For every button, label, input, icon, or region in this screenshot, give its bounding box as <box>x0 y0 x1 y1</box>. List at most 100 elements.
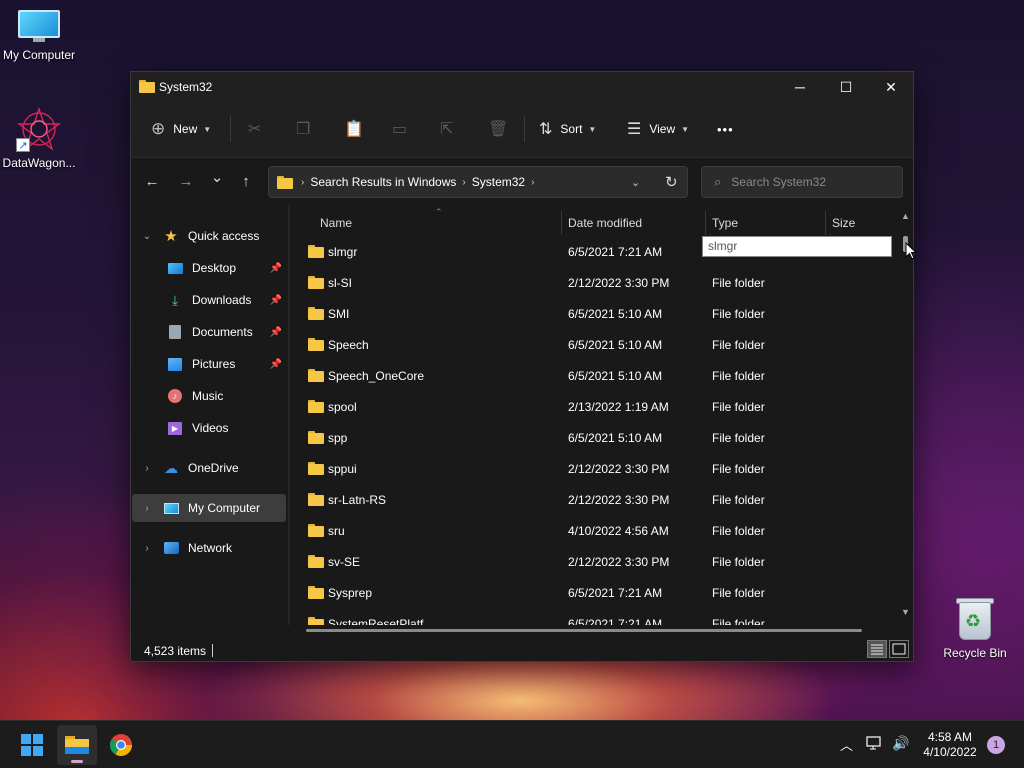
file-row[interactable]: sl-SI 2/12/2022 3:30 PM File folder <box>290 267 890 298</box>
sidebar-item-pictures[interactable]: Pictures 📌 <box>132 350 286 378</box>
file-row[interactable]: sru 4/10/2022 4:56 AM File folder <box>290 515 890 546</box>
file-row[interactable]: sv-SE 2/12/2022 3:30 PM File folder <box>290 546 890 577</box>
clock[interactable]: 4:58 AM 4/10/2022 <box>918 730 982 760</box>
sidebar-item-downloads[interactable]: ⤓ Downloads 📌 <box>132 286 286 314</box>
title-bar[interactable]: System32 ─ ☐ ✕ <box>131 72 913 102</box>
close-button[interactable]: ✕ <box>868 72 914 102</box>
taskbar-file-explorer[interactable] <box>57 725 97 765</box>
new-button[interactable]: ⊕ New ▼ <box>151 112 211 146</box>
pin-icon[interactable]: 📌 <box>270 359 282 370</box>
pin-icon[interactable]: 📌 <box>270 295 282 306</box>
column-divider[interactable] <box>705 211 706 235</box>
scroll-up-arrow-icon[interactable]: ▲ <box>901 211 910 221</box>
file-date-modified: 6/5/2021 5:10 AM <box>568 431 663 445</box>
view-icon: ☰ <box>627 121 642 138</box>
sort-button[interactable]: ⇅ Sort ▼ <box>539 112 596 146</box>
file-row[interactable]: SystemResetPlatf... 6/5/2021 7:21 AM File … <box>290 608 890 625</box>
cut-button[interactable]: ✂ <box>248 112 261 146</box>
file-row[interactable]: sppui 2/12/2022 3:30 PM File folder <box>290 453 890 484</box>
horizontal-scrollbar[interactable] <box>306 629 862 632</box>
forward-button[interactable]: → <box>175 172 197 192</box>
rename-button[interactable]: ▭ <box>392 112 407 146</box>
sidebar-item-documents[interactable]: Documents 📌 <box>132 318 286 346</box>
file-row[interactable]: sr-Latn-RS 2/12/2022 3:30 PM File folder <box>290 484 890 515</box>
taskbar-chrome[interactable] <box>101 725 141 765</box>
chevron-right-icon[interactable]: › <box>140 543 154 554</box>
file-row[interactable]: Speech_OneCore 6/5/2021 5:10 AM File folde… <box>290 360 890 391</box>
file-date-modified: 4/10/2022 4:56 AM <box>568 524 669 538</box>
file-date-modified: 2/12/2022 3:30 PM <box>568 462 670 476</box>
start-button[interactable] <box>12 725 52 765</box>
file-row[interactable]: spp 6/5/2021 5:10 AM File folder <box>290 422 890 453</box>
share-button[interactable]: ⇱ <box>440 112 453 146</box>
folder-icon <box>308 369 324 385</box>
pin-icon[interactable]: 📌 <box>270 263 282 274</box>
vertical-scrollbar[interactable]: ▲ ▼ <box>900 211 912 621</box>
sidebar-item-label: Videos <box>192 421 229 435</box>
maximize-button[interactable]: ☐ <box>823 72 869 102</box>
sidebar-item-music[interactable]: ♪ Music <box>132 382 286 410</box>
sidebar-item-label: Network <box>188 541 233 555</box>
file-type: File folder <box>712 617 765 625</box>
more-options-button[interactable]: ••• <box>717 112 734 146</box>
chevron-down-icon: ▼ <box>203 124 212 134</box>
recent-locations-button[interactable]: ⌄ <box>206 168 228 188</box>
recycle-bin-icon: ♻ <box>956 596 994 642</box>
file-type: File folder <box>712 586 765 600</box>
sidebar-item-desktop[interactable]: Desktop 📌 <box>132 254 286 282</box>
desktop-icon-my-computer[interactable]: My Computer <box>0 10 81 62</box>
minimize-button[interactable]: ─ <box>777 72 823 102</box>
sidebar-item-network[interactable]: › Network <box>132 534 286 562</box>
chevron-right-icon[interactable]: › <box>140 463 154 474</box>
file-row[interactable]: Speech 6/5/2021 5:10 AM File folder <box>290 329 890 360</box>
chevron-right-icon[interactable]: › <box>140 503 154 514</box>
volume-icon[interactable]: 🔊 <box>892 735 909 752</box>
sidebar-item-label: Downloads <box>192 293 252 307</box>
videos-icon: ▶ <box>166 420 184 436</box>
monitor-icon <box>18 10 60 44</box>
sort-icon: ⇅ <box>539 121 553 138</box>
file-type: File folder <box>712 307 765 321</box>
sidebar-item-my-computer[interactable]: › My Computer <box>132 494 286 522</box>
show-hidden-icons-button[interactable]: ︿ <box>840 735 853 754</box>
view-button[interactable]: ☰ View ▼ <box>627 112 689 146</box>
file-row[interactable]: Sysprep 6/5/2021 7:21 AM File folder <box>290 577 890 608</box>
clock-date: 4/10/2022 <box>923 745 977 759</box>
sidebar-item-quick-access[interactable]: ⌄ ★ Quick access <box>132 222 286 250</box>
sidebar-item-onedrive[interactable]: › ☁ OneDrive <box>132 454 286 482</box>
paste-button[interactable]: 📋 <box>344 112 364 146</box>
desktop-icon-label: DataWagon... <box>2 156 76 170</box>
notification-badge[interactable]: 1 <box>987 736 1005 754</box>
copy-button[interactable]: ❐ <box>296 112 310 146</box>
star-icon: ★ <box>164 228 178 245</box>
file-row[interactable]: spool 2/13/2022 1:19 AM File folder <box>290 391 890 422</box>
back-button[interactable]: ← <box>141 172 163 192</box>
refresh-button[interactable]: ↻ <box>665 173 678 191</box>
column-divider[interactable] <box>825 211 826 235</box>
chevron-down-icon: ▼ <box>588 124 597 134</box>
sidebar-item-label: Music <box>192 389 224 403</box>
chevron-down-icon: ⌄ <box>142 230 152 242</box>
address-bar[interactable]: › Search Results in Windows › System32 ›… <box>268 166 688 198</box>
delete-button[interactable]: 🗑 <box>488 112 508 146</box>
large-icons-view-button[interactable] <box>889 640 909 658</box>
file-type: File folder <box>712 369 765 383</box>
breadcrumb-search-results[interactable]: Search Results in Windows <box>310 175 456 189</box>
search-box[interactable]: ⌕ Search System32 <box>701 166 903 198</box>
address-dropdown-button[interactable]: ⌄ <box>631 176 640 189</box>
download-icon: ⤓ <box>171 291 179 308</box>
folder-icon <box>308 586 324 602</box>
breadcrumb-system32[interactable]: System32 <box>472 175 525 189</box>
file-row[interactable]: SMI 6/5/2021 5:10 AM File folder <box>290 298 890 329</box>
column-divider[interactable] <box>561 211 562 235</box>
desktop-icon-datawagon[interactable]: ↗ DataWagon... <box>0 106 81 170</box>
pin-icon[interactable]: 📌 <box>270 327 282 338</box>
network-status-icon[interactable] <box>866 735 884 754</box>
sidebar-item-label: Pictures <box>192 357 236 371</box>
desktop-icon-recycle-bin[interactable]: ♻ Recycle Bin <box>933 596 1017 660</box>
details-view-button[interactable] <box>867 640 887 658</box>
more-icon: ••• <box>717 121 734 137</box>
scroll-down-arrow-icon[interactable]: ▼ <box>901 607 910 617</box>
up-button[interactable]: ↑ <box>235 172 257 192</box>
sidebar-item-videos[interactable]: ▶ Videos <box>132 414 286 442</box>
